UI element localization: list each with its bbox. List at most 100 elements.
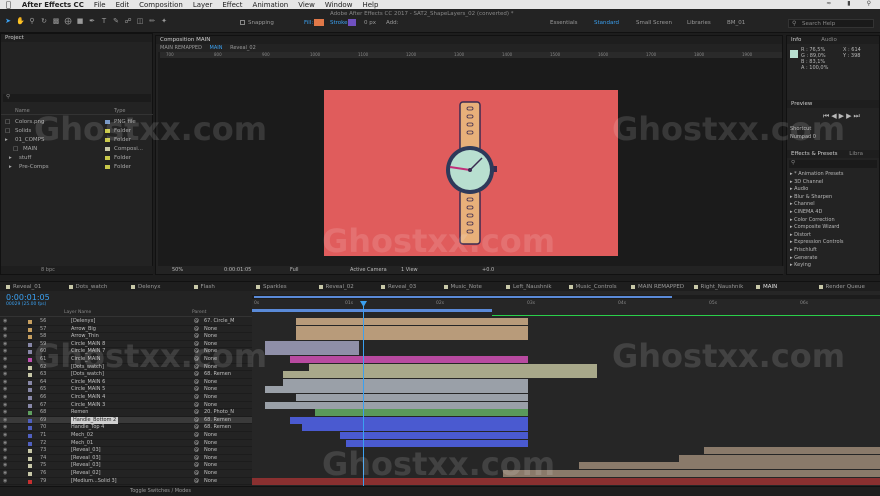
layer-duration-bar[interactable] — [295, 394, 529, 401]
add-label[interactable]: Add: — [386, 20, 399, 26]
parent-dropdown[interactable]: None — [204, 402, 217, 410]
layer-row[interactable]: ◉ 73 [Reveal_03] @ None — [0, 447, 252, 455]
layer-name[interactable]: Mech_01 — [71, 440, 93, 448]
visibility-eye-icon[interactable]: ◉ — [3, 379, 7, 387]
layer-duration-bar[interactable] — [578, 462, 880, 470]
menu-help[interactable]: Help — [357, 1, 383, 9]
workspace-bm01[interactable]: BM_01 — [727, 20, 745, 26]
layer-name[interactable]: [Delenyx] — [71, 318, 95, 326]
shape-tool-icon[interactable]: ■ — [76, 17, 84, 25]
layer-duration-bar[interactable] — [295, 325, 529, 333]
col-parent[interactable]: Parent — [192, 310, 206, 315]
selection-tool-icon[interactable]: ➤ — [4, 17, 12, 25]
effects-category[interactable]: ▸ Color Correction — [790, 217, 835, 223]
label-color-swatch[interactable] — [28, 350, 32, 355]
layer-row[interactable]: ◉ 72 Mech_01 @ None — [0, 440, 252, 448]
layer-name[interactable]: Circle_MAIN 6 — [71, 379, 105, 387]
effects-category[interactable]: ▸ Blur & Sharpen — [790, 194, 832, 200]
layer-name[interactable]: [Reveal_03] — [71, 455, 101, 463]
breadcrumb-main[interactable]: MAIN — [210, 45, 223, 51]
menu-window[interactable]: Window — [320, 1, 358, 9]
navigator-range[interactable] — [254, 296, 672, 298]
layer-row[interactable]: ◉ 74 [Reveal_03] @ None — [0, 455, 252, 463]
layer-name[interactable]: Circle_MAIN 3 — [71, 402, 105, 410]
layer-row[interactable]: ◉ 68 Remen @20. Photo_N — [0, 409, 252, 417]
exposure-value[interactable]: +0.0 — [482, 266, 494, 274]
current-time[interactable]: 0:00:01:05 — [224, 266, 251, 274]
parent-pickwhip-icon[interactable]: @ — [194, 432, 199, 440]
visibility-eye-icon[interactable]: ◉ — [3, 424, 7, 432]
layer-duration-bar[interactable] — [295, 318, 529, 325]
effects-category[interactable]: ▸ * Animation Presets — [790, 171, 843, 177]
label-color-swatch[interactable] — [28, 418, 32, 423]
label-color-swatch[interactable] — [28, 411, 32, 416]
layer-duration-bar[interactable] — [314, 409, 529, 417]
visibility-eye-icon[interactable]: ◉ — [3, 409, 7, 417]
layer-duration-bar[interactable] — [339, 432, 529, 439]
parent-dropdown[interactable]: 67. Circle_M — [204, 318, 234, 326]
parent-dropdown[interactable]: None — [204, 326, 217, 334]
parent-pickwhip-icon[interactable]: @ — [194, 455, 199, 463]
rotate-tool-icon[interactable]: ↻ — [40, 17, 48, 25]
timeline-ruler[interactable]: 0s 01s 02s 03s 04s 05s 06s — [252, 299, 880, 309]
layer-row[interactable]: ◉ 69 Handle_Bottom 2 @68. Remen — [0, 416, 252, 425]
label-color-swatch[interactable] — [28, 365, 32, 370]
layer-duration-bar[interactable] — [283, 378, 529, 386]
tab-info[interactable]: Info — [791, 37, 801, 43]
label-color-swatch[interactable] — [28, 426, 32, 431]
layer-name[interactable]: Remen — [71, 409, 88, 417]
parent-pickwhip-icon[interactable]: @ — [194, 394, 199, 402]
resolution-dropdown[interactable]: Full — [290, 266, 299, 274]
layer-duration-bar[interactable] — [264, 386, 529, 394]
layer-row[interactable]: ◉ 71 Mech_02 @ None — [0, 432, 252, 440]
visibility-eye-icon[interactable]: ◉ — [3, 341, 7, 349]
effects-category[interactable]: ▸ 3D Channel — [790, 179, 823, 185]
clone-tool-icon[interactable]: ☍ — [124, 17, 132, 25]
layer-duration-bar[interactable] — [308, 363, 598, 371]
visibility-eye-icon[interactable]: ◉ — [3, 364, 7, 372]
layer-row[interactable]: ◉ 57 Arrow_Big @ None — [0, 326, 252, 334]
label-color-swatch[interactable] — [28, 449, 32, 454]
label-color-swatch[interactable] — [28, 479, 32, 484]
layer-name[interactable]: [Reveal_03] — [71, 462, 101, 470]
workspace-essentials[interactable]: Essentials — [550, 20, 578, 26]
visibility-eye-icon[interactable]: ◉ — [3, 371, 7, 379]
effects-category[interactable]: ▸ Channel — [790, 201, 815, 207]
parent-pickwhip-icon[interactable]: @ — [194, 386, 199, 394]
workspace-standard[interactable]: Standard — [594, 20, 619, 26]
layer-duration-bar[interactable] — [264, 401, 529, 409]
layer-row[interactable]: ◉ 76 [Reveal_02] @ None — [0, 470, 252, 478]
fill-swatch[interactable] — [314, 19, 324, 26]
visibility-eye-icon[interactable]: ◉ — [3, 417, 7, 425]
label-color-swatch[interactable] — [28, 380, 32, 385]
layer-duration-bar[interactable] — [289, 416, 529, 424]
roto-tool-icon[interactable]: ✏ — [148, 17, 156, 25]
visibility-eye-icon[interactable]: ◉ — [3, 356, 7, 364]
layer-row[interactable]: ◉ 70 Handle_Top 4 @68. Remen — [0, 424, 252, 432]
menu-effect[interactable]: Effect — [217, 1, 247, 9]
parent-dropdown[interactable]: None — [204, 440, 217, 448]
visibility-eye-icon[interactable]: ◉ — [3, 318, 7, 326]
layer-name[interactable]: [Reveal_02] — [71, 470, 101, 478]
parent-dropdown[interactable]: None — [204, 386, 217, 394]
layer-duration-bar[interactable] — [679, 454, 880, 462]
parent-pickwhip-icon[interactable]: @ — [194, 402, 199, 410]
layer-duration-bar[interactable] — [283, 371, 598, 379]
col-layer-name[interactable]: Layer Name — [64, 310, 91, 315]
effects-search-field[interactable]: ⚲ — [789, 160, 877, 168]
label-color-swatch[interactable] — [28, 342, 32, 347]
pen-tool-icon[interactable]: ✒ — [88, 17, 96, 25]
layer-name[interactable]: Circle_MAIN 5 — [71, 386, 105, 394]
parent-dropdown[interactable]: None — [204, 432, 217, 440]
spotlight-icon[interactable]: ⚲ — [862, 0, 876, 7]
tab-libraries[interactable]: Libra — [849, 151, 863, 157]
layer-row[interactable]: ◉ 56 [Delenyx] @67. Circle_M — [0, 318, 252, 326]
search-help-field[interactable]: ⚲ Search Help — [788, 19, 874, 28]
visibility-eye-icon[interactable]: ◉ — [3, 386, 7, 394]
parent-dropdown[interactable]: 68. Remen — [204, 424, 231, 432]
layer-row[interactable]: ◉ 79 [Medium...Solid 3] @ None — [0, 478, 252, 486]
label-color-swatch[interactable] — [28, 373, 32, 378]
label-color-swatch[interactable] — [28, 388, 32, 393]
text-tool-icon[interactable]: T — [100, 17, 108, 25]
visibility-eye-icon[interactable]: ◉ — [3, 402, 7, 410]
